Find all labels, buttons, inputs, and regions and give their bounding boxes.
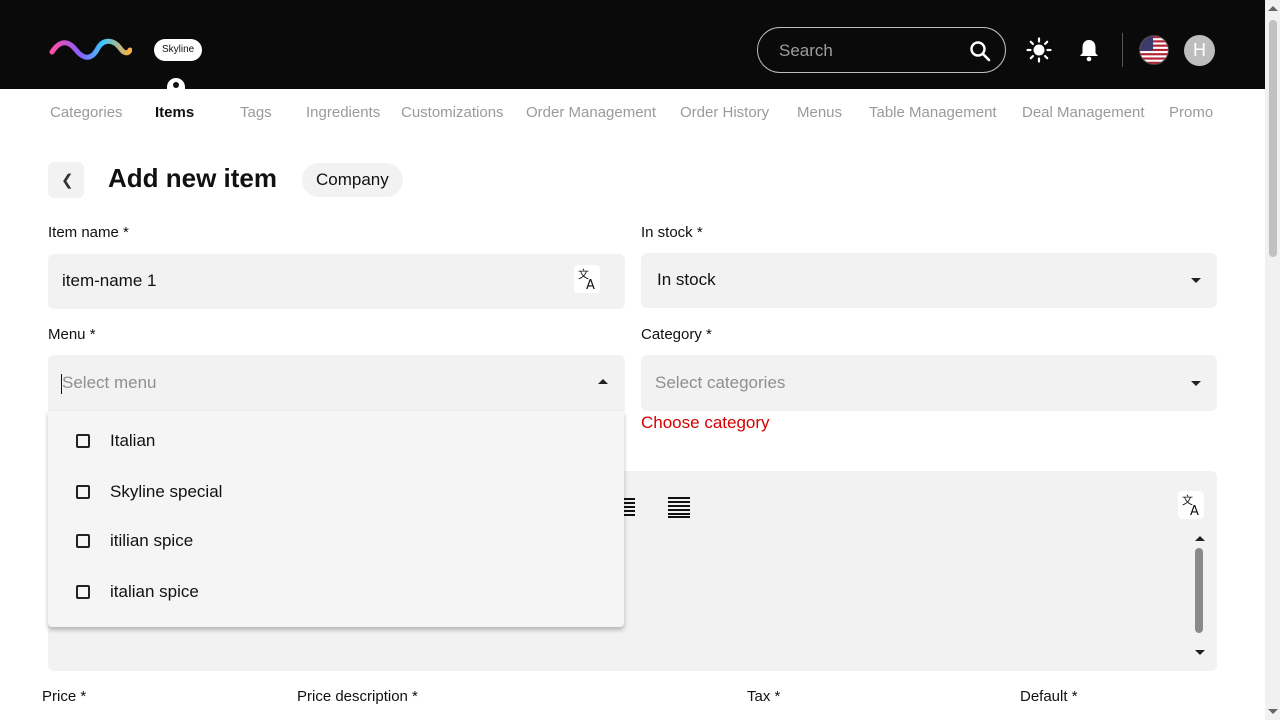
bell-icon[interactable]	[1078, 38, 1100, 62]
main-nav-tabs: Categories Items Tags Ingredients Custom…	[0, 90, 1265, 136]
svg-text:A: A	[586, 278, 595, 293]
search-input[interactable]: Search	[779, 41, 833, 61]
tab-order-management[interactable]: Order Management	[526, 104, 656, 121]
brand-pointer-indicator	[167, 78, 185, 89]
caret-down-icon	[1191, 278, 1201, 283]
checkbox-icon[interactable]	[76, 485, 90, 499]
tab-table-management[interactable]: Table Management	[869, 104, 997, 121]
tab-order-history[interactable]: Order History	[680, 104, 769, 121]
in-stock-value: In stock	[657, 270, 716, 289]
tax-label: Tax *	[747, 688, 781, 705]
editor-scrollbar-thumb[interactable]	[1195, 548, 1203, 633]
item-name-field[interactable]: item-name 1 文 A	[48, 254, 625, 309]
category-select[interactable]: Select categories	[641, 355, 1217, 411]
tab-promo[interactable]: Promo	[1169, 104, 1213, 121]
default-label: Default *	[1020, 688, 1078, 705]
sun-icon[interactable]	[1026, 37, 1052, 63]
scroll-down-arrow-icon[interactable]	[1195, 650, 1205, 655]
menu-option-label: Italian	[110, 431, 156, 450]
back-button[interactable]: ❮	[48, 162, 84, 198]
category-label: Category *	[641, 326, 712, 343]
brand-logo[interactable]	[48, 36, 132, 64]
tab-tags[interactable]: Tags	[240, 104, 272, 121]
us-flag-icon[interactable]	[1139, 35, 1169, 65]
menu-label: Menu *	[48, 326, 96, 343]
header-divider	[1122, 33, 1123, 67]
caret-down-icon	[1191, 381, 1201, 386]
item-name-label: Item name *	[48, 224, 129, 241]
item-name-value[interactable]: item-name 1	[62, 271, 156, 291]
menu-placeholder[interactable]: Select menu	[62, 373, 157, 393]
tab-customizations[interactable]: Customizations	[401, 104, 504, 121]
menu-option-label: itilian spice	[110, 531, 194, 550]
menu-option[interactable]: itilian spice	[48, 518, 624, 568]
price-description-label: Price description *	[297, 688, 418, 705]
scroll-up-arrow-icon[interactable]	[1195, 536, 1205, 541]
page-title: Add new item	[108, 163, 278, 193]
category-placeholder: Select categories	[655, 373, 786, 392]
caret-up-icon[interactable]	[598, 379, 608, 384]
price-label: Price *	[42, 688, 87, 705]
menu-select[interactable]: Select menu	[48, 355, 625, 411]
align-full-icon[interactable]	[668, 496, 690, 518]
in-stock-label: In stock *	[641, 224, 703, 241]
menu-option[interactable]: italian spice	[48, 569, 624, 619]
page-scrollbar-thumb[interactable]	[1269, 20, 1277, 257]
tab-deal-management[interactable]: Deal Management	[1022, 104, 1145, 121]
search-icon[interactable]	[969, 40, 991, 62]
search-box[interactable]: Search	[757, 27, 1006, 73]
tab-categories[interactable]: Categories	[50, 104, 123, 121]
svg-text:A: A	[1190, 504, 1199, 519]
company-chip[interactable]: Company	[302, 163, 403, 197]
top-header: Skyline Search H	[0, 0, 1265, 89]
tab-menus[interactable]: Menus	[797, 104, 842, 121]
checkbox-icon[interactable]	[76, 585, 90, 599]
chevron-left-icon: ❮	[61, 172, 74, 189]
scroll-up-arrow-icon[interactable]	[1268, 6, 1278, 11]
checkbox-icon[interactable]	[76, 534, 90, 548]
avatar[interactable]: H	[1184, 35, 1215, 66]
menu-option-label: italian spice	[110, 582, 199, 601]
in-stock-select[interactable]: In stock	[641, 253, 1217, 308]
tab-ingredients[interactable]: Ingredients	[306, 104, 380, 121]
checkbox-icon[interactable]	[76, 434, 90, 448]
menu-option-label: Skyline special	[110, 482, 223, 501]
scroll-down-arrow-icon[interactable]	[1268, 709, 1278, 714]
menu-option[interactable]: Skyline special	[48, 469, 624, 519]
tab-items[interactable]: Items	[155, 104, 194, 121]
translate-icon[interactable]: 文 A	[1178, 491, 1204, 519]
menu-option[interactable]: Italian	[48, 418, 624, 468]
category-error-message: Choose category	[641, 413, 770, 432]
brand-badge[interactable]: Skyline	[154, 39, 203, 61]
translate-icon[interactable]: 文 A	[574, 265, 600, 293]
menu-dropdown-list: Italian Skyline special itilian spice it…	[48, 411, 624, 627]
